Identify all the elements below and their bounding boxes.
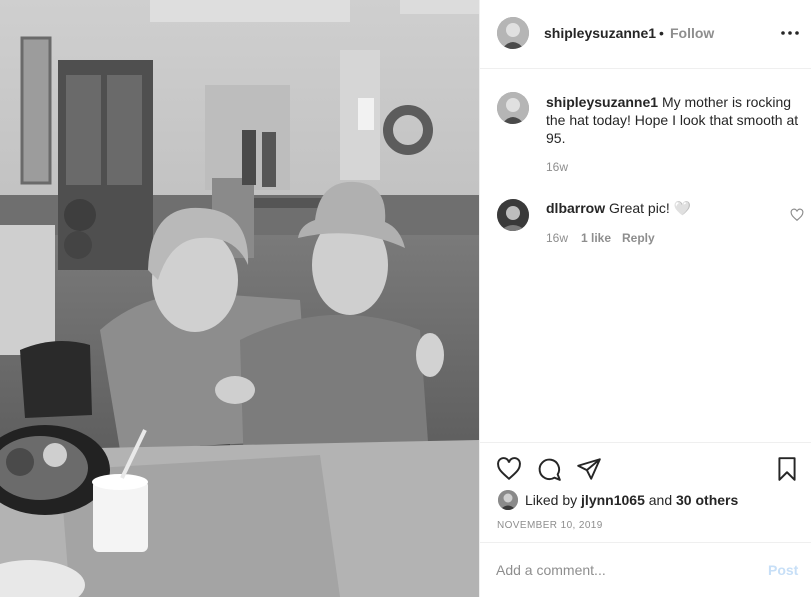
liked-by-text: Liked by jlynn1065 and 30 others [525, 492, 738, 508]
post-header: shipleysuzanne1 • Follow [480, 0, 811, 69]
comment-username[interactable]: dlbarrow [546, 200, 605, 216]
caption: shipleysuzanne1 My mother is rocking the… [546, 93, 802, 147]
add-comment-input[interactable] [496, 559, 746, 581]
author-username[interactable]: shipleysuzanne1 [544, 25, 656, 41]
liker-username[interactable]: jlynn1065 [581, 492, 645, 508]
caption-time[interactable]: 16w [546, 160, 568, 174]
reply-button[interactable]: Reply [622, 231, 655, 245]
add-comment-bar: Post [480, 542, 811, 597]
separator-dot: • [659, 25, 664, 41]
comment-heart-icon[interactable] [790, 208, 804, 222]
liked-by-conjunction: and [648, 492, 673, 508]
more-options-icon[interactable] [778, 22, 802, 44]
post-sidebar: shipleysuzanne1 • Follow shipleysuzanne1… [479, 0, 811, 597]
action-bar: Liked by jlynn1065 and 30 others NOVEMBE… [480, 442, 811, 542]
photo-image [0, 0, 479, 597]
comment: dlbarrow Great pic! 🤍 [546, 199, 776, 217]
reply-label[interactable]: Reply [622, 231, 655, 245]
likes-others-link[interactable]: 30 others [676, 492, 738, 508]
post-date[interactable]: NOVEMBER 10, 2019 [497, 520, 603, 531]
author-avatar[interactable] [497, 17, 529, 49]
bookmark-icon[interactable] [774, 456, 800, 482]
post-comment-button[interactable]: Post [768, 562, 798, 578]
comments-list: shipleysuzanne1 My mother is rocking the… [480, 70, 811, 442]
comment-likes[interactable]: 1 like [581, 231, 611, 245]
liker-avatar[interactable] [498, 490, 518, 510]
comment-text: Great pic! 🤍 [609, 200, 692, 216]
liked-by-prefix: Liked by [525, 492, 578, 508]
comment-time[interactable]: 16w [546, 231, 568, 245]
comment-icon[interactable] [536, 456, 562, 482]
post-photo[interactable] [0, 0, 479, 597]
commenter-avatar[interactable] [497, 199, 529, 231]
comment-likes-count[interactable]: 1 like [581, 231, 611, 245]
follow-button[interactable]: Follow [670, 25, 714, 41]
share-icon[interactable] [576, 456, 602, 482]
caption-avatar[interactable] [497, 92, 529, 124]
heart-icon[interactable] [496, 456, 522, 482]
caption-username[interactable]: shipleysuzanne1 [546, 94, 658, 110]
